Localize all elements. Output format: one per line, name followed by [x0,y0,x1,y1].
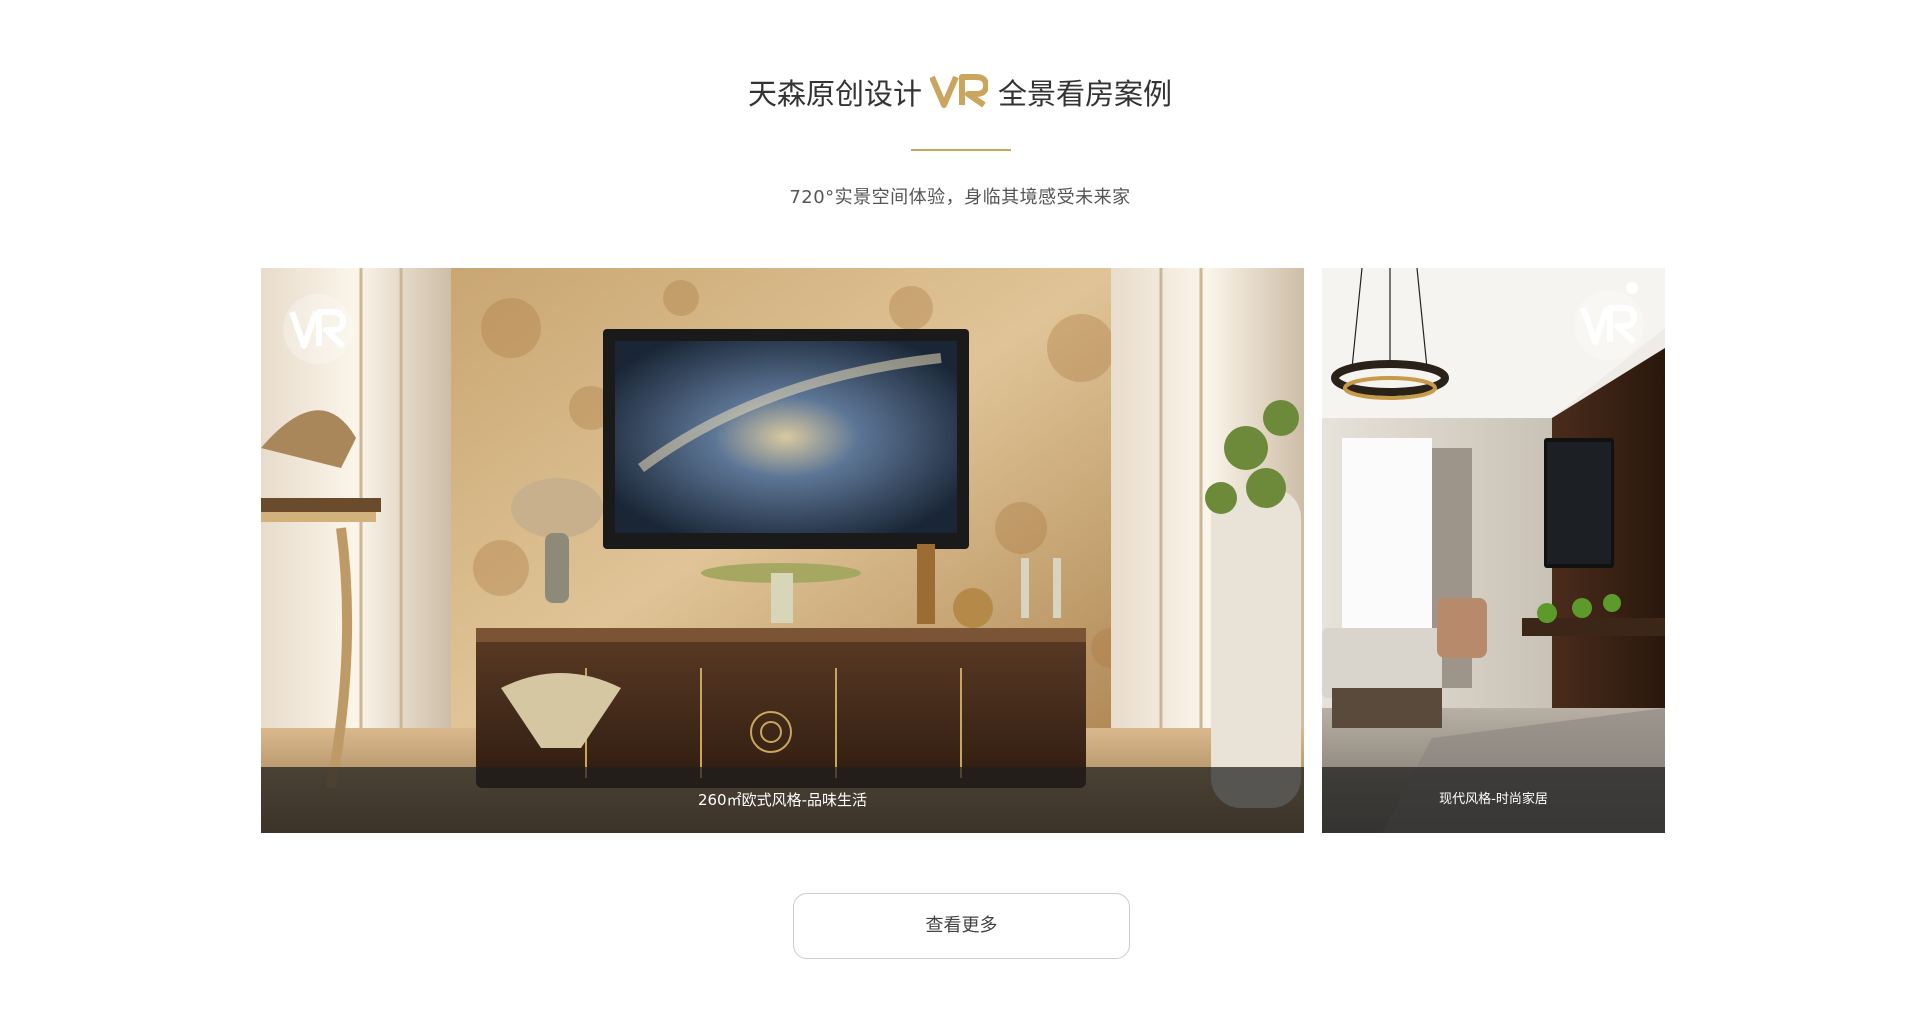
view-more-button[interactable]: 查看更多 [793,893,1130,959]
section-title-right: 全景看房案例 [998,77,1173,111]
section-title: 天森原创设计 全景看房案例 [0,72,1920,120]
vr-case-card-european[interactable]: 260㎡欧式风格-品味生活 [261,268,1304,833]
vr-logo-icon [929,74,989,120]
vr-badge-icon [1574,290,1644,360]
vr-case-card-modern[interactable]: 现代风格-时尚家居 [1322,268,1665,833]
section-title-left: 天森原创设计 [747,77,922,111]
european-living-room-image [261,268,1304,833]
title-divider [911,149,1011,151]
card-caption: 260㎡欧式风格-品味生活 [261,767,1304,833]
card-caption: 现代风格-时尚家居 [1322,767,1665,833]
section-subtitle: 720°实景空间体验，身临其境感受未来家 [789,187,1131,208]
vr-badge-icon [283,294,353,364]
